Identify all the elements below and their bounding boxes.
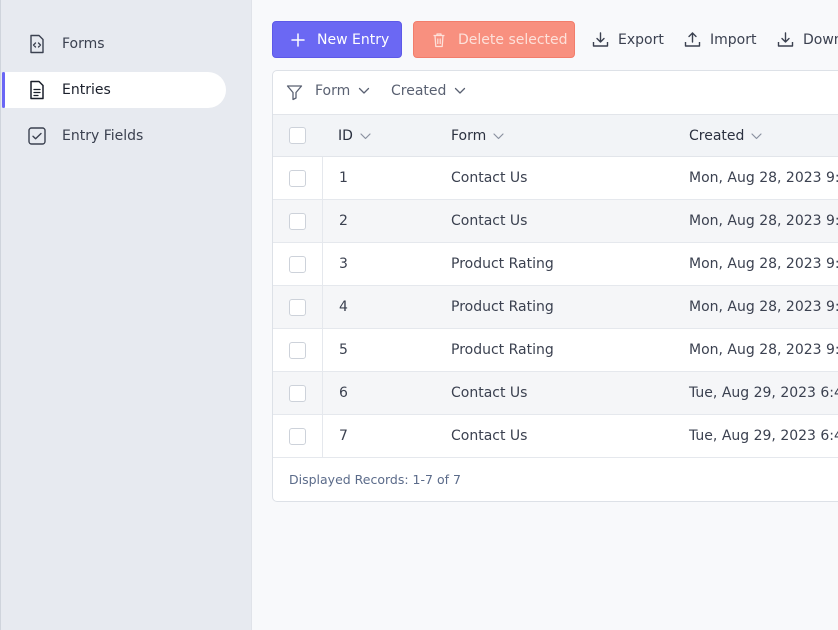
column-divider (322, 243, 323, 286)
cell-created: Tue, Aug 29, 2023 6:4 (689, 428, 838, 444)
chevron-down-icon (454, 85, 466, 97)
form-filter-label: Form (315, 83, 351, 99)
table-row[interactable]: 4 Product Rating Mon, Aug 28, 2023 9:( (273, 286, 838, 329)
row-checkbox[interactable] (289, 428, 306, 445)
table-row[interactable]: 2 Contact Us Mon, Aug 28, 2023 9:( (273, 200, 838, 243)
download-label: Down (803, 31, 838, 48)
upload-icon (683, 31, 701, 49)
delete-selected-button[interactable]: Delete selected (413, 21, 575, 58)
column-header-label: Created (689, 128, 745, 144)
entries-panel: Form Created ID Form Created 1 Contact U… (272, 70, 838, 502)
import-button[interactable]: Import (683, 21, 756, 58)
cell-id: 6 (339, 385, 348, 401)
column-divider (322, 286, 323, 329)
sidebar-item-entries[interactable]: Entries (2, 72, 226, 108)
code-file-icon (27, 34, 47, 54)
delete-selected-label: Delete selected (458, 31, 568, 48)
trash-icon (431, 32, 447, 48)
column-header-form[interactable]: Form (451, 128, 504, 144)
download-icon (591, 31, 609, 49)
select-all-checkbox[interactable] (289, 127, 306, 144)
created-filter-label: Created (391, 83, 447, 99)
column-header-id[interactable]: ID (338, 128, 371, 144)
cell-id: 2 (339, 213, 348, 229)
created-filter[interactable]: Created (391, 83, 466, 99)
column-divider (322, 415, 323, 458)
column-header-label: ID (338, 128, 353, 144)
column-divider (322, 372, 323, 415)
cell-id: 4 (339, 299, 348, 315)
cell-form: Contact Us (451, 170, 528, 186)
plus-icon (290, 32, 306, 48)
records-count: Displayed Records: 1-7 of 7 (289, 472, 461, 487)
cell-created: Mon, Aug 28, 2023 9:( (689, 299, 838, 315)
table-row[interactable]: 3 Product Rating Mon, Aug 28, 2023 9:( (273, 243, 838, 286)
filter-bar: Form Created (273, 71, 838, 114)
row-checkbox[interactable] (289, 299, 306, 316)
form-filter[interactable]: Form (315, 83, 370, 99)
export-label: Export (618, 31, 664, 48)
cell-form: Contact Us (451, 385, 528, 401)
filter-icon[interactable] (286, 84, 303, 101)
sidebar-item-forms[interactable]: Forms (5, 26, 226, 62)
chevron-down-icon (358, 85, 370, 97)
row-checkbox[interactable] (289, 342, 306, 359)
chevron-down-icon (360, 131, 371, 142)
table-row[interactable]: 7 Contact Us Tue, Aug 29, 2023 6:4 (273, 415, 838, 458)
column-divider (322, 157, 323, 200)
table-header: ID Form Created (273, 114, 838, 157)
row-checkbox[interactable] (289, 170, 306, 187)
new-entry-label: New Entry (317, 31, 390, 48)
cell-id: 3 (339, 256, 348, 272)
sidebar-item-label: Entry Fields (62, 128, 144, 144)
cell-id: 5 (339, 342, 348, 358)
cell-created: Mon, Aug 28, 2023 9:( (689, 213, 838, 229)
document-icon (27, 80, 47, 100)
download-button[interactable]: Down (776, 21, 838, 58)
import-label: Import (710, 31, 757, 48)
cell-created: Mon, Aug 28, 2023 9:( (689, 256, 838, 272)
row-checkbox[interactable] (289, 385, 306, 402)
export-button[interactable]: Export (591, 21, 664, 58)
new-entry-button[interactable]: New Entry (272, 21, 402, 58)
chevron-down-icon (493, 131, 504, 142)
cell-created: Mon, Aug 28, 2023 9:1 (689, 342, 838, 358)
cell-created: Tue, Aug 29, 2023 6:4 (689, 385, 838, 401)
row-checkbox[interactable] (289, 213, 306, 230)
cell-form: Product Rating (451, 299, 554, 315)
chevron-down-icon (751, 131, 763, 142)
cell-form: Contact Us (451, 213, 528, 229)
table-row[interactable]: 6 Contact Us Tue, Aug 29, 2023 6:4 (273, 372, 838, 415)
table-row[interactable]: 1 Contact Us Mon, Aug 28, 2023 9:( (273, 157, 838, 200)
checkbox-icon (27, 126, 47, 146)
table-row[interactable]: 5 Product Rating Mon, Aug 28, 2023 9:1 (273, 329, 838, 372)
row-checkbox[interactable] (289, 256, 306, 273)
cell-id: 1 (339, 170, 348, 186)
sidebar-item-label: Forms (62, 36, 105, 52)
cell-id: 7 (339, 428, 348, 444)
column-divider (322, 200, 323, 243)
sidebar-item-label: Entries (62, 82, 111, 98)
download-icon (776, 31, 794, 49)
column-divider (322, 329, 323, 372)
cell-form: Product Rating (451, 342, 554, 358)
sidebar: Forms Entries Entry Fields (0, 0, 252, 630)
column-header-created[interactable]: Created (689, 128, 763, 144)
column-header-label: Form (451, 128, 487, 144)
sidebar-item-entry-fields[interactable]: Entry Fields (5, 118, 226, 154)
cell-created: Mon, Aug 28, 2023 9:( (689, 170, 838, 186)
cell-form: Contact Us (451, 428, 528, 444)
cell-form: Product Rating (451, 256, 554, 272)
